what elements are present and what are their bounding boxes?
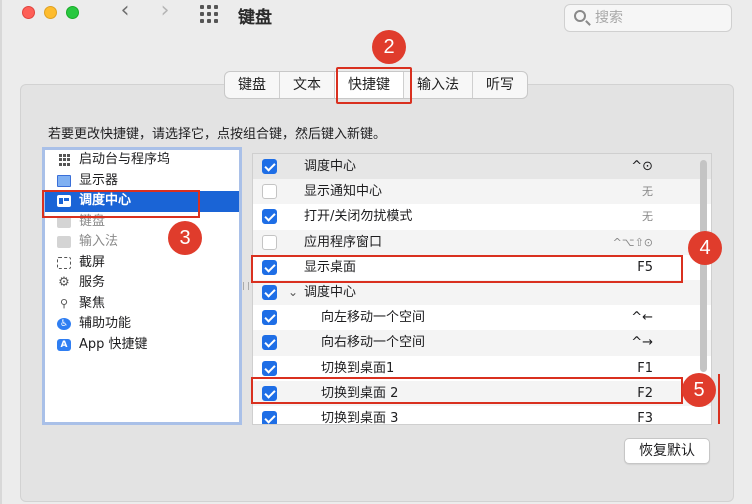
disclosure-chevron-icon[interactable]: ⌄ xyxy=(288,280,298,305)
category-item[interactable]: 显示器 xyxy=(45,171,239,192)
shortcut-label: 向左移动一个空间 xyxy=(321,310,426,326)
show-all-grid-icon[interactable] xyxy=(200,5,218,23)
shortcut-checkbox[interactable] xyxy=(262,360,277,376)
shortcut-key[interactable]: ^→ xyxy=(631,330,653,355)
shortcut-checkbox[interactable] xyxy=(262,159,277,174)
category-item[interactable]: ⚙ 服务 xyxy=(45,273,239,294)
callout-badge: 5 xyxy=(682,373,716,407)
input-source-icon xyxy=(57,236,71,248)
category-label: 启动台与程序坞 xyxy=(79,152,171,167)
instruction-text: 若要更改快捷键，请选择它，点按组合键，然后键入新键。 xyxy=(48,127,387,142)
category-label: 截屏 xyxy=(79,254,106,270)
annotation-mark xyxy=(718,374,720,424)
scrollbar[interactable] xyxy=(700,160,707,372)
callout-badge: 3 xyxy=(168,221,202,255)
launchpad-icon xyxy=(57,154,71,166)
app-store-icon: A xyxy=(57,338,71,351)
tab-item[interactable]: 听写 xyxy=(473,72,527,98)
shortcut-label: 切换到桌面 3 xyxy=(321,410,399,425)
shortcut-row[interactable]: 应用程序窗口 ^⌥⇧⊙ xyxy=(253,229,711,255)
shortcut-row[interactable]: 向右移动一个空间 ^→ xyxy=(253,330,711,356)
shortcut-row[interactable]: 向左移动一个空间 ^← xyxy=(253,305,711,330)
shortcut-row[interactable]: 打开/关闭勿扰模式 无 xyxy=(253,204,711,229)
shortcut-label: 应用程序窗口 xyxy=(304,234,383,250)
search-field[interactable] xyxy=(564,4,732,32)
split-handle[interactable] xyxy=(243,282,249,290)
shortcut-label: 调度中心 xyxy=(304,159,357,174)
shortcut-row[interactable]: 显示通知中心 无 xyxy=(253,179,711,205)
category-label: 辅助功能 xyxy=(79,316,132,331)
category-label: 聚焦 xyxy=(79,295,106,311)
annotation-highlight-show-desktop xyxy=(251,255,683,283)
shortcut-checkbox[interactable] xyxy=(262,410,277,424)
shortcut-checkbox[interactable] xyxy=(262,184,277,200)
gear-icon: ⚙ xyxy=(58,275,70,290)
window-title: 键盘 xyxy=(238,8,272,28)
category-item[interactable]: ⚲ 聚焦 xyxy=(45,294,239,315)
search-icon xyxy=(574,10,586,22)
callout-badge: 4 xyxy=(688,231,722,265)
annotation-highlight-category xyxy=(42,190,200,218)
shortcut-label: 调度中心 xyxy=(304,284,357,300)
shortcut-key[interactable]: ^← xyxy=(631,305,653,330)
shortcut-row[interactable]: 切换到桌面 3 F3 xyxy=(253,406,711,425)
tab-item[interactable]: 输入法 xyxy=(404,72,473,98)
screenshot-icon xyxy=(57,256,71,269)
category-label: App 快捷键 xyxy=(79,336,148,352)
shortcut-key[interactable]: 无 xyxy=(642,179,653,204)
accessibility-icon: ♿ xyxy=(57,318,71,330)
category-label: 服务 xyxy=(79,275,106,290)
shortcut-key[interactable]: ^⌥⇧⊙ xyxy=(613,230,653,255)
forward-chevron-icon[interactable]: › xyxy=(152,0,178,26)
restore-defaults-button[interactable]: 恢复默认 xyxy=(624,438,710,464)
back-chevron-icon[interactable]: ‹ xyxy=(112,0,138,26)
category-item[interactable]: 启动台与程序坞 xyxy=(45,150,239,171)
shortcut-label: 向右移动一个空间 xyxy=(321,335,426,351)
shortcut-key[interactable]: ^⊙ xyxy=(631,154,653,179)
minimize-window-button[interactable] xyxy=(44,6,57,19)
category-item[interactable]: ♿ 辅助功能 xyxy=(45,314,239,335)
search-input[interactable] xyxy=(595,8,725,28)
shortcut-checkbox[interactable] xyxy=(262,234,277,250)
category-item[interactable]: A App 快捷键 xyxy=(45,335,239,356)
tab-item[interactable]: 键盘 xyxy=(225,72,280,98)
category-item[interactable]: 截屏 xyxy=(45,253,239,274)
close-window-button[interactable] xyxy=(22,6,35,19)
shortcut-checkbox[interactable] xyxy=(262,284,277,300)
category-item[interactable]: 输入法 xyxy=(45,232,239,253)
shortcut-key[interactable]: F3 xyxy=(637,406,653,424)
shortcut-row[interactable]: ⌄ 调度中心 xyxy=(253,279,711,306)
tab-item[interactable]: 文本 xyxy=(280,72,335,98)
shortcut-row[interactable]: 调度中心 ^⊙ xyxy=(253,154,711,180)
shortcut-checkbox[interactable] xyxy=(262,209,277,225)
shortcut-key[interactable]: 无 xyxy=(642,204,653,229)
display-icon xyxy=(57,174,71,187)
annotation-highlight-desktop-2 xyxy=(251,377,683,404)
shortcut-label: 显示通知中心 xyxy=(304,184,383,200)
shortcut-checkbox[interactable] xyxy=(262,335,277,351)
spotlight-icon: ⚲ xyxy=(59,296,69,310)
callout-badge: 2 xyxy=(372,30,406,64)
shortcut-checkbox[interactable] xyxy=(262,310,277,326)
category-list: 启动台与程序坞 显示器 调度中心 键盘 输入法 截屏 ⚙ 服务 ⚲ 聚焦 ♿ 辅助功能 A App 快捷键 xyxy=(42,147,242,425)
shortcut-label: 打开/关闭勿扰模式 xyxy=(304,209,413,225)
category-label: 输入法 xyxy=(79,234,119,249)
keyboard-preferences-window: ‹ › 键盘 键盘文本快捷键输入法听写 若要更改快捷键，请选择它，点按组合键，然… xyxy=(0,0,752,504)
category-label: 显示器 xyxy=(79,172,119,188)
zoom-window-button[interactable] xyxy=(66,6,79,19)
annotation-highlight-tab xyxy=(336,67,412,104)
